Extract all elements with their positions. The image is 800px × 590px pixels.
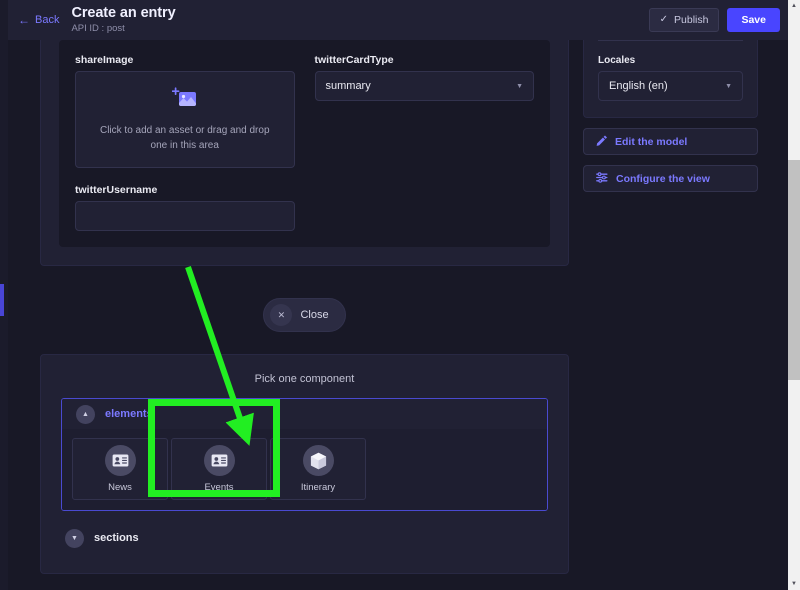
twitter-username-input[interactable] [75, 201, 295, 231]
contact-card-icon [203, 445, 235, 476]
accordion-header-elements[interactable]: ▲ elements [62, 399, 547, 429]
component-card-events[interactable]: Events [171, 438, 267, 500]
header-actions: ✓ Publish Save [648, 8, 780, 32]
close-button[interactable]: ✕ Close [263, 298, 346, 332]
chevron-down-icon: ▼ [516, 82, 523, 90]
share-image-field: shareImage Click to add an asset or drag… [75, 54, 295, 231]
content-scroll-area[interactable]: shareImage Click to add an asset or drag… [8, 40, 792, 590]
back-label: Back [35, 14, 60, 26]
chevron-down-icon: ▼ [725, 82, 732, 90]
component-card-itinerary[interactable]: Itinerary [270, 438, 366, 500]
arrow-left-icon: ← [18, 13, 30, 27]
sliders-icon [596, 171, 608, 186]
accordion-label-sections: sections [94, 532, 139, 544]
twitter-username-field: twitterUsername [75, 184, 295, 231]
entry-form-card: shareImage Click to add an asset or drag… [40, 40, 569, 266]
share-image-label: shareImage [75, 54, 134, 66]
left-rail-accent [0, 284, 4, 316]
save-button[interactable]: Save [727, 8, 780, 32]
api-id-label: API ID : post [71, 23, 125, 35]
browser-scrollbar-thumb[interactable] [788, 160, 800, 380]
component-label-events: Events [204, 482, 234, 493]
form-fields-row: shareImage Click to add an asset or drag… [75, 54, 534, 231]
pencil-icon [596, 134, 607, 149]
close-x-icon: ✕ [270, 304, 293, 326]
twitter-card-type-value: summary [325, 80, 371, 92]
share-image-dropzone[interactable]: Click to add an asset or drag and drop o… [75, 71, 295, 168]
page-title: Create an entry [71, 4, 176, 21]
add-image-icon [171, 86, 198, 115]
chevron-down-icon: ▼ [65, 528, 84, 548]
header-title-block: Create an entry API ID : post [71, 5, 175, 36]
right-sidebar: Locales English (en) ▼ Edit the model Co… [583, 40, 758, 192]
close-label: Close [300, 309, 329, 321]
app-header: ← Back Create an entry API ID : post ✓ P… [8, 0, 792, 40]
main-column: shareImage Click to add an asset or drag… [40, 40, 569, 590]
accordion-label-elements: elements [105, 408, 153, 420]
publish-label: Publish [674, 14, 709, 26]
configure-view-button[interactable]: Configure the view [583, 165, 758, 192]
share-image-placeholder-text: Click to add an asset or drag and drop o… [99, 125, 270, 151]
cube-icon [302, 445, 334, 476]
picker-title: Pick one component [254, 373, 355, 385]
app-root: ← Back Create an entry API ID : post ✓ P… [0, 0, 800, 590]
locales-select[interactable]: English (en) ▼ [598, 71, 743, 101]
twitter-card-type-select[interactable]: summary ▼ [314, 71, 534, 101]
twitter-card-type-label: twitterCardType [314, 54, 394, 66]
accordion-header-sections[interactable]: ▼ sections [61, 523, 548, 553]
form-inner-panel: shareImage Click to add an asset or drag… [59, 40, 550, 247]
component-picker-card: Pick one component ▲ elements News Event… [40, 354, 569, 574]
twitter-username-label: twitterUsername [75, 184, 158, 196]
accordion-content-elements: News Events Itinerary [62, 429, 547, 510]
component-label-news: News [108, 482, 132, 493]
close-button-wrapper: ✕ Close [40, 298, 569, 332]
back-button[interactable]: ← Back [18, 14, 67, 26]
locales-card: Locales English (en) ▼ [583, 40, 758, 118]
sidebar-divider [598, 40, 743, 41]
edit-model-button[interactable]: Edit the model [583, 128, 758, 155]
locales-label: Locales [598, 55, 636, 66]
component-card-news[interactable]: News [72, 438, 168, 500]
contact-card-icon [104, 445, 136, 476]
publish-button[interactable]: ✓ Publish [648, 8, 720, 32]
left-rail [0, 0, 8, 590]
component-label-itinerary: Itinerary [300, 482, 336, 493]
check-icon: ✓ [659, 14, 669, 25]
twitter-card-type-field: twitterCardType summary ▼ [314, 54, 534, 231]
edit-model-label: Edit the model [615, 135, 688, 148]
scrollbar-down-arrow[interactable]: ▼ [788, 578, 800, 590]
chevron-up-icon: ▲ [76, 404, 95, 424]
locales-value: English (en) [609, 80, 668, 92]
accordion-group-elements: ▲ elements News Events Itinerary [61, 398, 548, 511]
configure-view-label: Configure the view [616, 172, 710, 185]
save-label: Save [741, 14, 766, 26]
scrollbar-up-arrow[interactable]: ▲ [788, 0, 800, 12]
